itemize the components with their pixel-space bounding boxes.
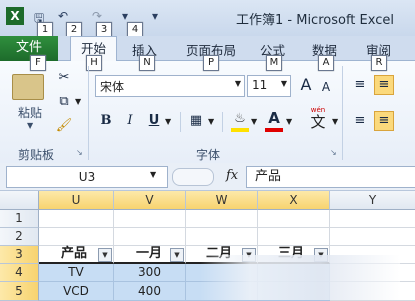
align-middle-icon[interactable]: ≡ xyxy=(374,75,394,95)
font-launcher-icon[interactable]: ↘ xyxy=(330,148,337,157)
fill-color-bar xyxy=(231,128,249,132)
row-header[interactable]: 3 xyxy=(0,246,39,264)
name-box-dropdown-icon[interactable]: ▼ xyxy=(150,170,156,179)
name-box[interactable]: U3 xyxy=(6,166,168,188)
group-separator xyxy=(342,66,343,160)
borders-icon[interactable]: ▦ xyxy=(186,111,206,131)
table-header-label: 一月 xyxy=(136,246,163,261)
grid-cell[interactable] xyxy=(114,210,186,228)
font-size-value: 11 xyxy=(252,78,268,92)
grid-cell[interactable] xyxy=(258,210,330,228)
row-header[interactable]: 1 xyxy=(0,210,39,228)
copy-dropdown-icon[interactable]: ▼ xyxy=(75,97,81,106)
underline-button[interactable]: U xyxy=(144,111,164,131)
font-size-combo[interactable]: 11 ▼ xyxy=(247,75,291,97)
font-size-dropdown-icon[interactable]: ▼ xyxy=(281,79,287,88)
clipboard-launcher-icon[interactable]: ↘ xyxy=(76,148,83,157)
phonetic-guide-icon[interactable]: wén 文 xyxy=(305,106,331,132)
keytip-formulas: M xyxy=(266,55,282,71)
filter-dropdown-icon[interactable]: ▼ xyxy=(98,248,112,262)
grow-font-icon[interactable]: A xyxy=(296,75,316,95)
column-header[interactable]: V xyxy=(114,191,186,210)
font-name-value: 宋体 xyxy=(100,80,125,94)
underline-dropdown-icon[interactable]: ▼ xyxy=(165,117,171,126)
shrink-font-icon[interactable]: A xyxy=(316,77,336,97)
separator xyxy=(222,112,223,132)
grid-cell[interactable] xyxy=(114,228,186,246)
italic-button[interactable]: I xyxy=(120,111,140,131)
clipboard-group-label: 剪贴板 xyxy=(18,148,55,162)
row-header[interactable]: 4 xyxy=(0,264,39,282)
table-cell[interactable]: TV xyxy=(39,264,114,282)
align-center-icon[interactable]: ≡ xyxy=(374,111,394,131)
fill-color-dropdown-icon[interactable]: ▼ xyxy=(251,117,257,126)
row-header[interactable]: 5 xyxy=(0,282,39,301)
grid-cell[interactable] xyxy=(330,228,415,246)
window-title: 工作簿1 - Microsoft Excel xyxy=(236,13,394,28)
column-header[interactable]: U xyxy=(39,191,114,210)
grid-cell[interactable] xyxy=(258,228,330,246)
column-header[interactable]: Y xyxy=(330,191,415,210)
format-painter-icon[interactable]: 🖌 xyxy=(54,116,74,136)
grid-cell[interactable] xyxy=(330,210,415,228)
cut-icon[interactable]: ✂ xyxy=(54,68,74,88)
qat-dropdown-icon[interactable]: ▾ xyxy=(152,9,158,24)
separator xyxy=(180,112,181,132)
insert-function-button[interactable]: fx xyxy=(226,168,238,183)
font-color-bar xyxy=(265,128,283,132)
keytip-insert: N xyxy=(139,55,155,71)
borders-dropdown-icon[interactable]: ▼ xyxy=(208,117,214,126)
excel-logo-icon[interactable]: X xyxy=(6,7,24,25)
formula-bar-resize-handle[interactable] xyxy=(172,168,214,186)
blurred-watermark xyxy=(200,255,400,300)
grid-cell[interactable] xyxy=(186,210,258,228)
table-header-cell[interactable]: 一月 ▼ xyxy=(114,246,186,264)
phonetic-dropdown-icon[interactable]: ▼ xyxy=(332,117,338,126)
grid-cell[interactable] xyxy=(186,228,258,246)
formula-input[interactable]: 产品 xyxy=(246,166,415,188)
font-name-dropdown-icon[interactable]: ▼ xyxy=(235,79,241,88)
align-top-icon[interactable]: ≡ xyxy=(350,75,370,95)
grid-cell[interactable] xyxy=(39,228,114,246)
keytip-file: F xyxy=(30,55,46,71)
font-color-icon[interactable]: A xyxy=(264,108,284,128)
table-header-label: 产品 xyxy=(61,246,88,261)
column-header[interactable]: X xyxy=(258,191,330,210)
column-header[interactable]: W xyxy=(186,191,258,210)
table-cell[interactable]: 400 xyxy=(114,282,186,301)
keytip-page-layout: P xyxy=(203,55,219,71)
align-left-icon[interactable]: ≡ xyxy=(350,111,370,131)
font-group-label: 字体 xyxy=(196,148,221,162)
group-separator xyxy=(88,66,89,160)
paste-button[interactable]: 粘贴 xyxy=(18,104,42,121)
grid-cell[interactable] xyxy=(39,210,114,228)
keytip-review: R xyxy=(371,55,387,71)
phonetic-char: 文 xyxy=(310,113,326,131)
table-cell[interactable]: 300 xyxy=(114,264,186,282)
copy-icon[interactable]: ⧉ xyxy=(54,92,74,112)
fill-color-icon[interactable]: ♨ xyxy=(230,109,250,129)
row-header[interactable]: 2 xyxy=(0,228,39,246)
font-name-combo[interactable]: 宋体 ▼ xyxy=(95,75,245,97)
select-all-corner[interactable] xyxy=(0,191,39,210)
bold-button[interactable]: B xyxy=(96,111,116,131)
paste-icon[interactable] xyxy=(12,74,44,100)
tab-file[interactable]: 文件 xyxy=(0,36,58,61)
keytip-data: A xyxy=(318,55,334,71)
table-cell[interactable]: VCD xyxy=(39,282,114,301)
table-header-cell[interactable]: 产品 ▼ xyxy=(39,246,114,264)
font-color-dropdown-icon[interactable]: ▼ xyxy=(286,117,292,126)
filter-dropdown-icon[interactable]: ▼ xyxy=(170,248,184,262)
paste-dropdown-icon[interactable]: ▼ xyxy=(27,121,33,130)
